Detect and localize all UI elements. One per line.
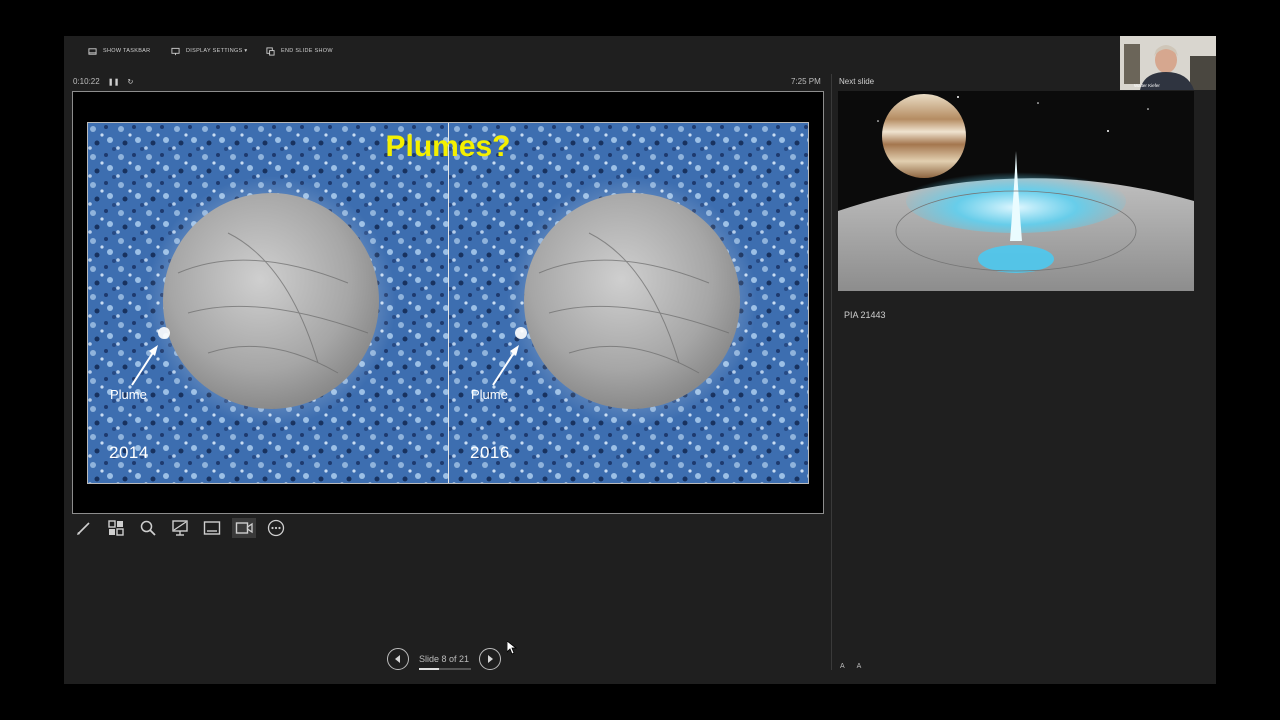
year-label-2014: 2014 <box>109 443 149 462</box>
camera-icon <box>235 522 253 534</box>
slide-navigation: Slide 8 of 21 <box>387 648 502 670</box>
all-slides-icon <box>108 520 124 536</box>
restart-timer-icon[interactable]: ↻ <box>127 78 133 86</box>
speaker-notes: PIA 21443 <box>844 310 886 320</box>
increase-font-button[interactable]: A <box>840 663 845 670</box>
webcam-video: Walter Kiefer <box>1120 36 1216 90</box>
plume-label-2016: Plume <box>471 387 508 402</box>
display-settings-button[interactable]: DISPLAY SETTINGS ▾ <box>171 45 247 57</box>
slide-counter[interactable]: Slide 8 of 21 <box>419 654 471 670</box>
pane-divider[interactable] <box>831 74 832 670</box>
notes-font-controls: A A <box>840 663 861 670</box>
clock: 7:25 PM <box>791 77 821 86</box>
pen-icon <box>77 522 90 535</box>
black-screen-icon <box>172 520 188 536</box>
see-all-slides-button[interactable] <box>104 518 128 538</box>
slide-counter-text: Slide 8 of 21 <box>419 654 470 664</box>
elapsed-time: 0:10:22 <box>73 77 100 86</box>
next-slide-label: Next slide <box>839 77 875 86</box>
slide-tools <box>72 518 288 538</box>
slide-progress-bar <box>419 668 471 670</box>
slide-title: Plumes? <box>385 130 511 163</box>
europa-plume-image: Plumes? Plume Plume 2014 2016 <box>87 122 809 484</box>
end-slide-show-button[interactable]: END SLIDE SHOW <box>266 45 333 57</box>
black-screen-button[interactable] <box>168 518 192 538</box>
year-label-2016: 2016 <box>470 443 510 462</box>
plume-label-2014: Plume <box>110 387 147 402</box>
zoom-button[interactable] <box>136 518 160 538</box>
show-taskbar-button[interactable]: SHOW TASKBAR <box>88 45 150 57</box>
europa-plume-illustration <box>838 91 1194 291</box>
subtitles-button[interactable] <box>200 518 224 538</box>
display-settings-label: DISPLAY SETTINGS ▾ <box>186 48 248 54</box>
slide-progress-fill <box>419 668 439 670</box>
presenter-view: SHOW TASKBAR DISPLAY SETTINGS ▾ END SLID… <box>64 36 1216 684</box>
taskbar-icon <box>88 47 97 55</box>
more-options-button[interactable] <box>264 518 288 538</box>
end-slide-show-label: END SLIDE SHOW <box>281 48 333 54</box>
previous-icon <box>395 655 400 663</box>
more-options-icon <box>267 519 285 537</box>
next-slide-button[interactable] <box>479 648 502 670</box>
camera-button[interactable] <box>232 518 256 538</box>
show-taskbar-label: SHOW TASKBAR <box>103 48 151 54</box>
subtitles-icon <box>203 521 221 535</box>
zoom-icon <box>140 520 156 536</box>
pen-tool-button[interactable] <box>72 518 96 538</box>
mouse-cursor-icon <box>507 641 517 655</box>
pause-timer-icon[interactable]: ❚❚ <box>108 78 120 86</box>
previous-slide-button[interactable] <box>387 648 409 670</box>
current-slide[interactable]: Plumes? Plume Plume 2014 2016 <box>72 91 824 514</box>
decrease-font-button[interactable]: A <box>857 663 862 670</box>
end-show-icon <box>266 46 275 56</box>
presenter-toolbar: SHOW TASKBAR DISPLAY SETTINGS ▾ END SLID… <box>64 36 1216 64</box>
next-slide-preview[interactable] <box>838 91 1194 291</box>
participant-name: Walter Kiefer <box>1134 83 1160 88</box>
timer: 0:10:22 ❚❚ ↻ <box>73 77 133 86</box>
display-icon <box>171 47 180 55</box>
next-icon <box>488 655 494 663</box>
